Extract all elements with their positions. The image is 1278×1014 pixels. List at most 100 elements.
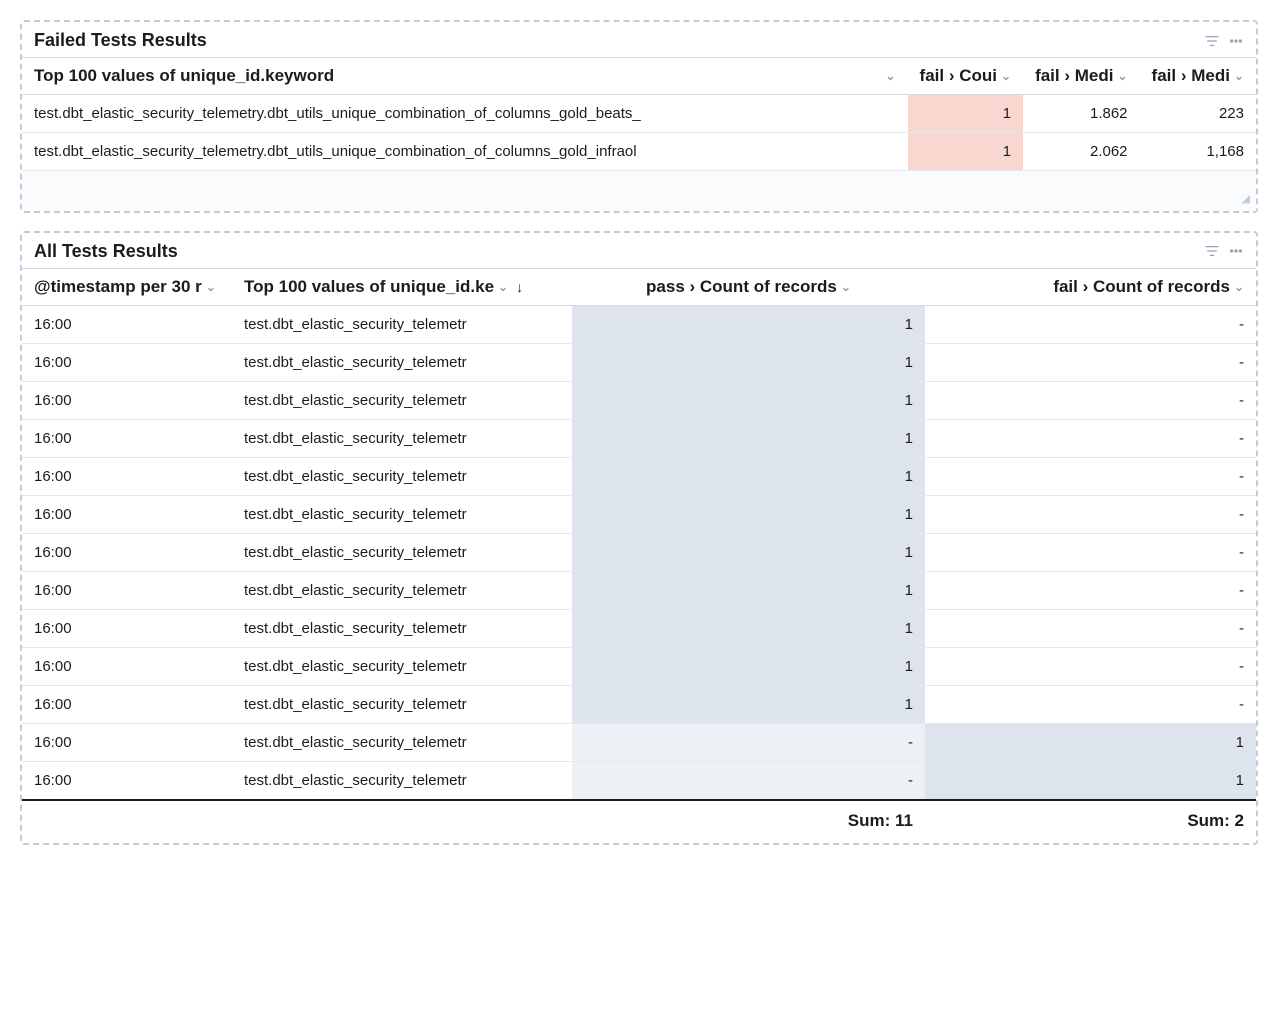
cell-timestamp: 16:00 [22, 685, 232, 723]
sort-descending-icon: ↓ [516, 279, 523, 295]
column-header-label: @timestamp per 30 r [34, 277, 202, 297]
column-header-fail-count[interactable]: fail › Count of records ⌄ [925, 269, 1256, 306]
cell-test-name: test.dbt_elastic_security_telemetr [232, 761, 572, 800]
cell-fail-count: - [925, 381, 1256, 419]
column-header-fail-count[interactable]: fail › Coui ⌄ [908, 58, 1024, 95]
table-header-row: Top 100 values of unique_id.keyword ⌄ fa… [22, 58, 1256, 95]
failed-tests-table: Top 100 values of unique_id.keyword ⌄ fa… [22, 58, 1256, 211]
cell-timestamp: 16:00 [22, 609, 232, 647]
table-footer-row: Sum: 11 Sum: 2 [22, 800, 1256, 843]
failed-tests-panel: Failed Tests Results Top 100 values of u… [20, 20, 1258, 213]
cell-test-name: test.dbt_elastic_security_telemetry.dbt_… [22, 133, 908, 171]
cell-pass-count: 1 [572, 533, 925, 571]
table-row[interactable]: 16:00test.dbt_elastic_security_telemetr1… [22, 457, 1256, 495]
cell-test-name: test.dbt_elastic_security_telemetr [232, 609, 572, 647]
cell-pass-count: 1 [572, 647, 925, 685]
chevron-down-icon: ⌄ [498, 280, 508, 294]
filter-icon[interactable] [1204, 243, 1220, 259]
panel-title: Failed Tests Results [34, 30, 1204, 51]
cell-timestamp: 16:00 [22, 647, 232, 685]
chevron-down-icon: ⌄ [206, 280, 216, 294]
cell-fail-count: - [925, 685, 1256, 723]
cell-fail-count: 1 [908, 95, 1024, 133]
table-row[interactable]: 16:00test.dbt_elastic_security_telemetr1… [22, 571, 1256, 609]
cell-fail-count: - [925, 419, 1256, 457]
table-row[interactable]: 16:00test.dbt_elastic_security_telemetr1… [22, 419, 1256, 457]
column-header-label: pass › Count of records [646, 277, 837, 297]
panel-menu-icon[interactable] [1228, 33, 1244, 49]
cell-fail-median-2: 1,168 [1140, 133, 1256, 171]
cell-pass-count: 1 [572, 609, 925, 647]
cell-pass-count: 1 [572, 495, 925, 533]
cell-test-name: test.dbt_elastic_security_telemetr [232, 343, 572, 381]
panel-title: All Tests Results [34, 241, 1204, 262]
table-row[interactable]: 16:00test.dbt_elastic_security_telemetr1… [22, 343, 1256, 381]
column-header-label: fail › Count of records [1053, 277, 1230, 297]
cell-test-name: test.dbt_elastic_security_telemetr [232, 495, 572, 533]
table-row[interactable]: 16:00test.dbt_elastic_security_telemetr-… [22, 761, 1256, 800]
panel-header: All Tests Results [22, 233, 1256, 269]
column-header-fail-median-2[interactable]: fail › Medi ⌄ [1140, 58, 1256, 95]
cell-timestamp: 16:00 [22, 457, 232, 495]
cell-fail-median-2: 223 [1140, 95, 1256, 133]
cell-test-name: test.dbt_elastic_security_telemetr [232, 381, 572, 419]
cell-pass-count: 1 [572, 419, 925, 457]
cell-fail-count: - [925, 647, 1256, 685]
cell-test-name: test.dbt_elastic_security_telemetry.dbt_… [22, 95, 908, 133]
cell-timestamp: 16:00 [22, 723, 232, 761]
cell-fail-count: 1 [908, 133, 1024, 171]
cell-fail-count: - [925, 495, 1256, 533]
column-header-label: Top 100 values of unique_id.keyword [34, 66, 334, 86]
cell-timestamp: 16:00 [22, 533, 232, 571]
cell-test-name: test.dbt_elastic_security_telemetr [232, 685, 572, 723]
cell-pass-count: 1 [572, 457, 925, 495]
cell-timestamp: 16:00 [22, 571, 232, 609]
cell-timestamp: 16:00 [22, 419, 232, 457]
cell-fail-count: - [925, 343, 1256, 381]
chevron-down-icon: ⌄ [1001, 69, 1011, 83]
cell-timestamp: 16:00 [22, 381, 232, 419]
column-header-unique-id[interactable]: Top 100 values of unique_id.ke ⌄ ↓ [232, 269, 572, 306]
table-row[interactable]: 16:00test.dbt_elastic_security_telemetr1… [22, 305, 1256, 343]
panel-actions [1204, 33, 1244, 49]
cell-fail-count: - [925, 457, 1256, 495]
column-header-label: fail › Medi [1152, 66, 1230, 86]
column-header-fail-median-1[interactable]: fail › Medi ⌄ [1023, 58, 1139, 95]
table-row[interactable]: 16:00test.dbt_elastic_security_telemetr1… [22, 533, 1256, 571]
filter-icon[interactable] [1204, 33, 1220, 49]
table-row[interactable]: test.dbt_elastic_security_telemetry.dbt_… [22, 95, 1256, 133]
table-row[interactable]: 16:00test.dbt_elastic_security_telemetr1… [22, 609, 1256, 647]
chevron-down-icon: ⌄ [1234, 280, 1244, 294]
column-header-pass-count[interactable]: pass › Count of records ⌄ [572, 269, 925, 306]
cell-fail-count: - [925, 305, 1256, 343]
table-row[interactable]: test.dbt_elastic_security_telemetry.dbt_… [22, 133, 1256, 171]
cell-fail-count: - [925, 533, 1256, 571]
column-header-label: fail › Medi [1035, 66, 1113, 86]
all-tests-table: @timestamp per 30 r ⌄ Top 100 values of … [22, 269, 1256, 843]
table-header-row: @timestamp per 30 r ⌄ Top 100 values of … [22, 269, 1256, 306]
table-row[interactable]: 16:00test.dbt_elastic_security_telemetr1… [22, 647, 1256, 685]
cell-pass-count: 1 [572, 381, 925, 419]
column-header-label: Top 100 values of unique_id.ke [244, 277, 494, 297]
cell-timestamp: 16:00 [22, 761, 232, 800]
cell-test-name: test.dbt_elastic_security_telemetr [232, 457, 572, 495]
all-tests-panel: All Tests Results @timestamp per 30 r ⌄ [20, 231, 1258, 845]
panel-menu-icon[interactable] [1228, 243, 1244, 259]
table-row[interactable]: 16:00test.dbt_elastic_security_telemetr1… [22, 381, 1256, 419]
table-row[interactable]: 16:00test.dbt_elastic_security_telemetr1… [22, 495, 1256, 533]
cell-test-name: test.dbt_elastic_security_telemetr [232, 305, 572, 343]
panel-header: Failed Tests Results [22, 22, 1256, 58]
column-header-unique-id[interactable]: Top 100 values of unique_id.keyword ⌄ [22, 58, 908, 95]
cell-test-name: test.dbt_elastic_security_telemetr [232, 533, 572, 571]
chevron-down-icon: ⌄ [841, 280, 851, 294]
column-header-timestamp[interactable]: @timestamp per 30 r ⌄ [22, 269, 232, 306]
chevron-down-icon: ⌄ [1234, 69, 1244, 83]
cell-test-name: test.dbt_elastic_security_telemetr [232, 647, 572, 685]
cell-pass-count: 1 [572, 305, 925, 343]
cell-pass-count: 1 [572, 343, 925, 381]
cell-test-name: test.dbt_elastic_security_telemetr [232, 571, 572, 609]
table-row[interactable]: 16:00test.dbt_elastic_security_telemetr-… [22, 723, 1256, 761]
fail-sum: Sum: 2 [925, 800, 1256, 843]
cell-timestamp: 16:00 [22, 495, 232, 533]
table-row[interactable]: 16:00test.dbt_elastic_security_telemetr1… [22, 685, 1256, 723]
